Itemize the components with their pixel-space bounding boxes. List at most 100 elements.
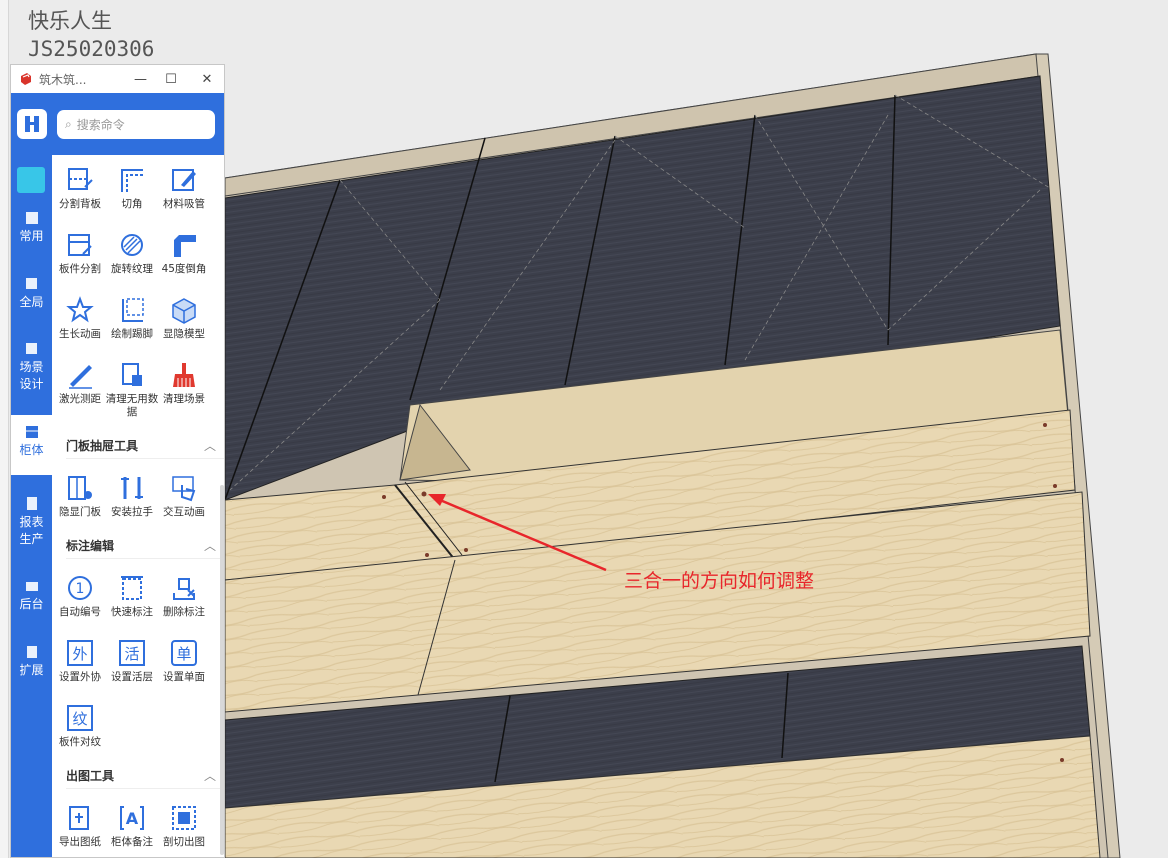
divider <box>66 558 224 559</box>
tool-quick-annotate[interactable]: 快速标注 <box>104 573 160 619</box>
tool-label: 清理无用数据 <box>105 393 159 418</box>
backend-icon <box>25 582 38 591</box>
tool-set-single-side[interactable]: 单 设置单面 <box>156 638 212 684</box>
tool-export-drawing[interactable]: 导出图纸 <box>52 803 108 849</box>
clean-data-icon <box>122 363 142 386</box>
tool-interactive-animation[interactable]: 交互动画 <box>156 473 212 519</box>
tool-section-drawing[interactable]: 剖切出图 <box>156 803 212 849</box>
tool-split-backboard[interactable]: 分割背板 <box>52 165 108 211</box>
logo-icon[interactable] <box>17 109 47 139</box>
cabinet-icon <box>25 426 38 438</box>
kickboard-icon <box>122 298 144 322</box>
sidebar-top-tab[interactable] <box>17 167 45 193</box>
sidebar-item-global[interactable]: 全局 <box>11 273 52 325</box>
section-drawing-output[interactable]: 出图工具 ︿ <box>66 767 216 784</box>
broom-icon <box>173 363 195 387</box>
sidebar-item-label: 扩展 <box>19 663 44 677</box>
sidebar: 常用 全局 场景 设计 柜体 报表 生产 后台 扩展 <box>11 155 52 857</box>
sidebar-item-label: 常用 <box>19 229 44 243</box>
tool-grow-animation[interactable]: 生长动画 <box>52 295 108 341</box>
chamfer-icon <box>174 235 196 257</box>
tool-label: 板件分割 <box>59 263 101 275</box>
tool-label: 生长动画 <box>59 328 101 340</box>
tool-label: 激光测距 <box>59 393 101 405</box>
tool-clean-scene[interactable]: 清理场景 <box>156 360 212 406</box>
split-backboard-icon <box>68 168 93 190</box>
tool-panel-split[interactable]: 板件分割 <box>52 230 108 276</box>
report-icon <box>26 497 37 510</box>
sidebar-item-label: 后台 <box>19 597 44 611</box>
sidebar-item-extend[interactable]: 扩展 <box>11 641 52 693</box>
tool-label: 交互动画 <box>163 506 205 518</box>
sidebar-item-report[interactable]: 报表 生产 <box>11 493 52 557</box>
chevron-up-icon[interactable]: ︿ <box>204 767 216 784</box>
cabinet-note-icon: A <box>120 806 144 830</box>
close-button[interactable]: ✕ <box>190 65 224 93</box>
annotation-text: 三合一的方向如何调整 <box>624 570 815 592</box>
maximize-button[interactable]: ☐ <box>152 65 190 93</box>
section-title: 门板抽屉工具 <box>66 439 139 453</box>
search-input[interactable]: ⌕ 搜索命令 <box>57 110 215 139</box>
tool-label: 导出图纸 <box>59 836 101 848</box>
tool-label: 旋转纹理 <box>111 263 153 275</box>
tool-laser-measure[interactable]: 激光测距 <box>52 360 108 406</box>
laser-ruler-icon <box>69 365 92 389</box>
overlay-code-text: JS25020306 <box>28 37 155 61</box>
tool-label: 显隐模型 <box>163 328 205 340</box>
tool-label: 绘制踢脚 <box>111 328 153 340</box>
tool-cabinet-note[interactable]: A 柜体备注 <box>104 803 160 849</box>
tool-label: 自动编号 <box>59 606 101 618</box>
sidebar-item-scene[interactable]: 场景 设计 <box>11 338 52 408</box>
hand-pointer-icon <box>172 476 196 502</box>
tool-material-pick[interactable]: 材料吸管 <box>156 165 212 211</box>
titlebar[interactable]: 筑木筑... — ☐ ✕ <box>11 65 224 94</box>
tool-label: 设置单面 <box>163 671 205 683</box>
number-one-icon: 1 <box>68 576 92 600</box>
section-door-drawer-tools[interactable]: 门板抽屉工具 ︿ <box>66 437 216 454</box>
cube-icon <box>172 298 196 324</box>
sidebar-item-cabinet[interactable]: 柜体 <box>11 415 52 475</box>
single-side-icon: 单 <box>171 640 197 666</box>
tool-install-handle[interactable]: 安装拉手 <box>104 473 160 519</box>
tool-label: 分割背板 <box>59 198 101 210</box>
globe-icon <box>25 278 37 289</box>
grain-match-glyph: 纹 <box>72 710 87 728</box>
divider <box>66 788 224 789</box>
chevron-up-icon[interactable]: ︿ <box>204 537 216 554</box>
divider <box>66 458 224 459</box>
tool-label: 板件对纹 <box>59 736 101 748</box>
app-icon <box>21 73 31 85</box>
section-annotation-edit[interactable]: 标注编辑 ︿ <box>66 537 216 554</box>
panel-scrollbar[interactable] <box>220 485 224 855</box>
tool-label: 柜体备注 <box>111 836 153 848</box>
tool-grain-match[interactable]: 纹 板件对纹 <box>52 703 108 749</box>
tool-clean-data[interactable]: 清理无用数据 <box>104 360 160 419</box>
minimize-button[interactable]: — <box>129 65 152 93</box>
section-title: 标注编辑 <box>66 539 115 553</box>
tool-rotate-texture[interactable]: 旋转纹理 <box>104 230 160 276</box>
tool-label: 设置外协 <box>59 671 101 683</box>
sidebar-item-backend[interactable]: 后台 <box>11 575 52 627</box>
sidebar-item-common[interactable]: 常用 <box>11 207 52 259</box>
tool-draw-kickboard[interactable]: 绘制踢脚 <box>104 295 160 341</box>
quick-annotate-icon <box>121 576 143 600</box>
tool-cut-corner[interactable]: 切角 <box>104 165 160 211</box>
tool-toggle-door[interactable]: 隐显门板 <box>52 473 108 519</box>
section-title: 出图工具 <box>66 769 115 783</box>
tool-label: 删除标注 <box>163 606 205 618</box>
tool-delete-annotation[interactable]: 删除标注 <box>156 573 212 619</box>
rotate-texture-icon <box>121 234 143 256</box>
section-cut-icon <box>172 806 196 830</box>
tool-toggle-model[interactable]: 显隐模型 <box>156 295 212 341</box>
tool-45-chamfer[interactable]: 45度倒角 <box>156 230 212 276</box>
plugin-panel: 筑木筑... — ☐ ✕ ⌕ 搜索命令 常用 全局 场景 设计 柜体 报表 生产… <box>10 64 225 858</box>
tool-set-active-layer[interactable]: 活 设置活层 <box>104 638 160 684</box>
tool-auto-number[interactable]: 1 自动编号 <box>52 573 108 619</box>
tool-set-outsource[interactable]: 外 设置外协 <box>52 638 108 684</box>
cut-corner-icon <box>121 169 143 192</box>
panel-split-icon <box>68 234 92 256</box>
chevron-up-icon[interactable]: ︿ <box>204 437 216 454</box>
export-drawing-icon <box>69 806 89 830</box>
svg-text:1: 1 <box>76 581 85 597</box>
tool-label: 切角 <box>121 198 143 210</box>
